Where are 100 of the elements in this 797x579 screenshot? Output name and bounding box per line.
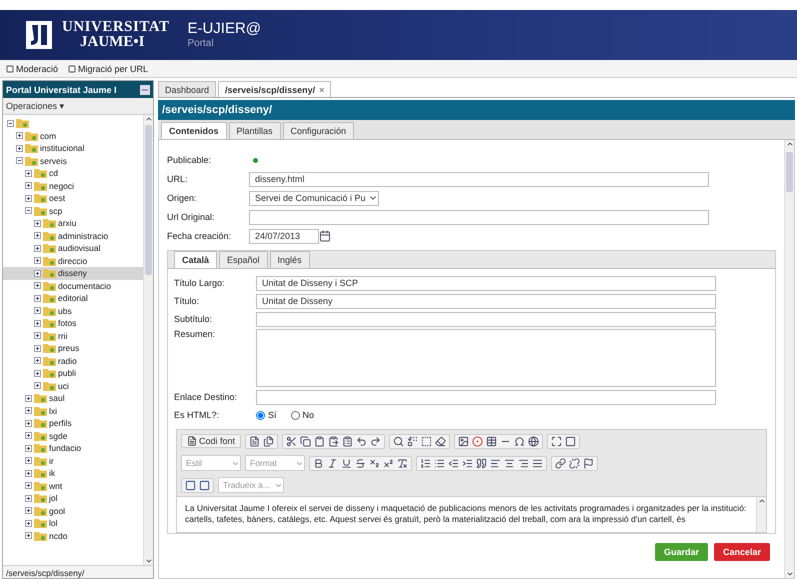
superscript-icon[interactable] [383,458,394,468]
checkbox-icon[interactable] [6,64,14,72]
expand-toggle-icon[interactable] [34,332,41,340]
tree-item[interactable]: wnt [3,480,143,492]
expand-toggle-icon[interactable] [34,320,41,327]
toolbar-button[interactable]: Moderació [4,64,60,74]
text-field[interactable] [249,210,709,224]
collapse-toggle-icon[interactable] [7,120,14,127]
expand-toggle-icon[interactable] [25,420,32,427]
tree-item[interactable]: lol [3,517,143,530]
indent-icon[interactable] [462,458,473,468]
expand-toggle-icon[interactable] [34,357,41,364]
eraser-icon[interactable] [435,436,446,446]
italic-icon[interactable] [327,458,338,468]
expand-toggle-icon[interactable] [34,344,41,352]
expand-toggle-icon[interactable] [16,144,23,152]
tree-item[interactable]: fundacio [3,442,143,454]
expand-toggle-icon[interactable] [25,482,32,490]
block-icon[interactable] [199,480,210,490]
tree-item[interactable]: lxi [3,404,143,417]
table-icon[interactable] [486,436,498,446]
content-tab[interactable]: Plantillas [228,122,281,139]
tree-item[interactable]: administracio [3,230,143,242]
operations-menu[interactable]: Operaciones ▾ [3,98,153,115]
tree-item[interactable]: serveis [3,154,143,167]
expand-toggle-icon[interactable] [25,182,32,190]
language-tab[interactable]: Inglés [270,251,310,268]
quote-icon[interactable] [476,458,487,468]
scrollbar[interactable] [784,140,794,578]
tree-item[interactable]: ncdo [3,530,143,542]
globe-icon[interactable] [528,436,540,446]
tree-item[interactable]: audiovisual [3,242,143,254]
templates-icon[interactable] [263,436,274,446]
text-field[interactable]: disseny.html [249,172,709,186]
expand-toggle-icon[interactable] [25,170,32,177]
unlink-icon[interactable] [569,458,580,468]
cancel-button[interactable]: Cancelar [714,543,770,561]
scrollbar[interactable] [143,115,153,565]
tree-item[interactable]: com [3,130,143,142]
link-icon[interactable] [555,458,566,468]
expand-toggle-icon[interactable] [34,382,41,390]
scroll-down-icon[interactable] [144,557,152,565]
circle-icon[interactable] [472,436,484,446]
tree-item[interactable]: saul [3,392,143,404]
tree-item[interactable]: editorial [3,292,143,304]
replace-icon[interactable] [407,436,418,446]
expand-toggle-icon[interactable] [25,494,32,502]
tree-item[interactable]: ir [3,454,143,467]
expand-toggle-icon[interactable] [34,294,41,302]
tree-item[interactable]: documentacio [3,280,143,292]
tree-item[interactable]: publi [3,367,143,380]
expand-toggle-icon[interactable] [25,394,32,402]
expand-toggle-icon[interactable] [25,444,32,452]
justify-icon[interactable] [532,458,543,468]
anchor-flag-icon[interactable] [583,458,594,468]
expand-toggle-icon[interactable] [25,507,32,514]
expand-toggle-icon[interactable] [34,270,41,277]
scroll-up-icon[interactable] [786,140,794,148]
expand-toggle-icon[interactable] [25,432,32,440]
content-tab[interactable]: Contenidos [161,122,226,139]
expand-toggle-icon[interactable] [25,532,32,540]
underline-icon[interactable] [341,458,352,468]
remove-format-icon[interactable] [397,458,408,468]
expand-toggle-icon[interactable] [34,307,41,314]
expand-toggle-icon[interactable] [34,370,41,377]
tree-item[interactable]: sgde [3,430,143,442]
expand-toggle-icon[interactable] [16,132,23,140]
paste-text-icon[interactable] [328,436,340,446]
redo-icon[interactable] [370,436,382,446]
expand-toggle-icon[interactable] [34,257,41,264]
expand-toggle-icon[interactable] [25,407,32,414]
language-tab[interactable]: Català [174,251,218,268]
omega-icon[interactable] [514,436,526,446]
search-icon[interactable] [393,436,404,446]
checkbox-icon[interactable] [68,64,76,72]
align-left-icon[interactable] [490,458,501,468]
undo-icon[interactable] [356,436,368,446]
copy-icon[interactable] [300,436,312,446]
tree-item[interactable]: preus [3,342,143,354]
bullet-list-icon[interactable] [434,458,445,468]
tree-item[interactable]: arxiu [3,217,143,230]
cut-icon[interactable] [286,436,298,446]
text-field[interactable]: Unitat de Disseny i SCP [256,276,716,290]
subscript-icon[interactable] [369,458,380,468]
bold-icon[interactable] [313,458,324,468]
expand-toggle-icon[interactable] [25,457,32,464]
scrollbar[interactable] [756,497,766,532]
content-tab[interactable]: Configuración [282,122,354,139]
tree-item[interactable]: fotos [3,317,143,330]
expand-toggle-icon[interactable] [34,282,41,290]
tree-item[interactable]: direccio [3,254,143,267]
tree-item[interactable]: cd [3,167,143,180]
calendar-icon[interactable] [319,230,331,242]
numbered-list-icon[interactable] [420,458,431,468]
scroll-up-icon[interactable] [758,497,766,505]
text-field[interactable] [256,390,716,404]
tree-item[interactable]: institucional [3,142,143,154]
scrollbar-thumb[interactable] [145,125,152,275]
expand-toggle-icon[interactable] [25,194,32,202]
outdent-icon[interactable] [448,458,459,468]
